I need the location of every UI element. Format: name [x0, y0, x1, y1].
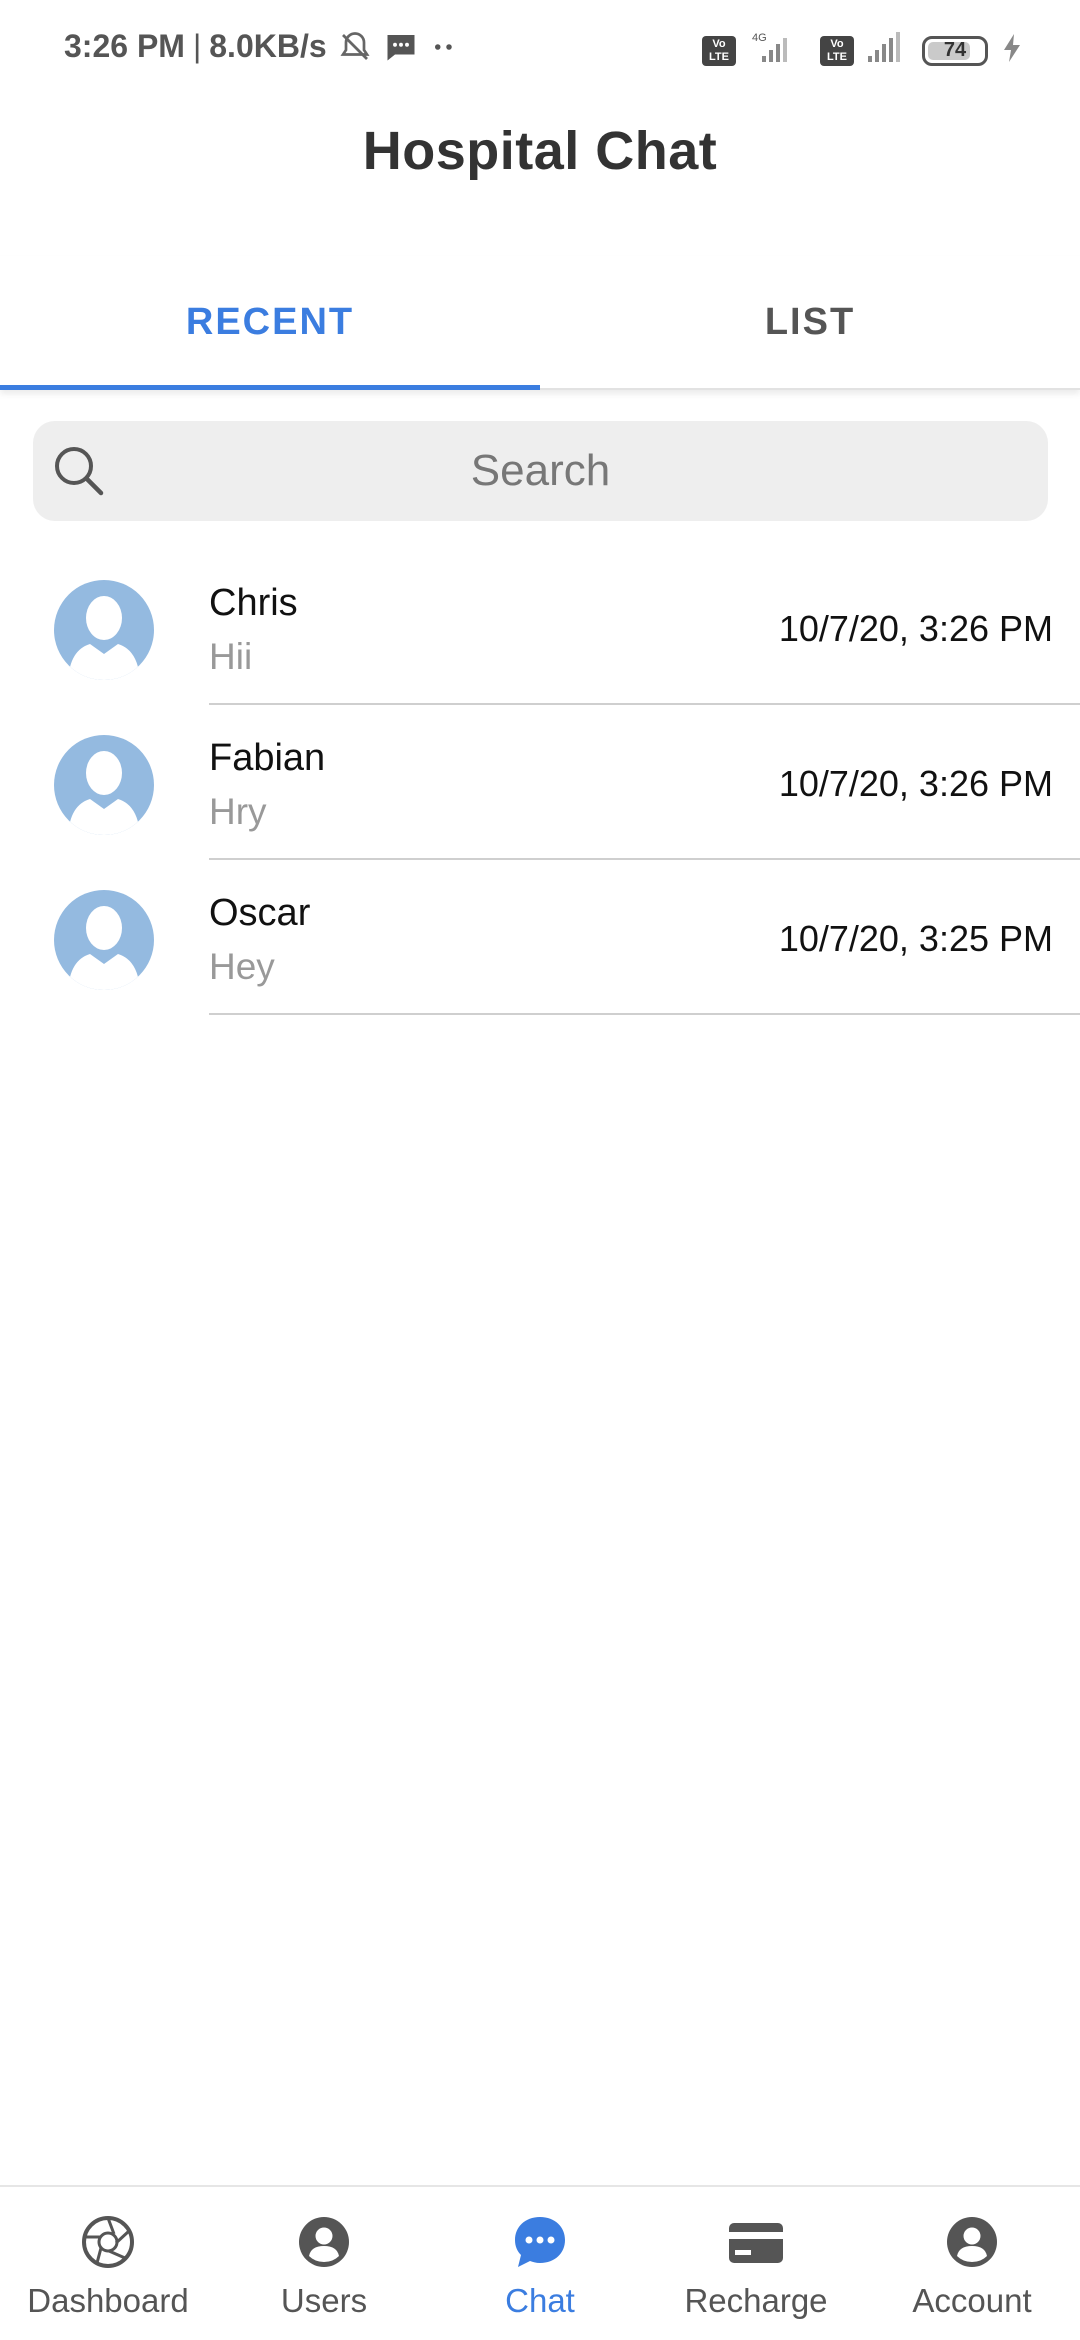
chat-timestamp: 10/7/20, 3:26 PM — [778, 608, 1053, 649]
nav-label: Chat — [505, 2282, 575, 2319]
user-silhouette-icon — [68, 751, 140, 835]
nav-users[interactable]: Users — [216, 2187, 432, 2340]
status-speed: 8.0KB/s — [209, 28, 327, 64]
user-silhouette-icon — [68, 906, 140, 990]
battery-level: 74 — [943, 39, 967, 61]
account-circle-icon — [945, 2215, 999, 2274]
chat-last-message: Hry — [209, 791, 267, 832]
nav-label: Recharge — [684, 2282, 828, 2319]
bottom-nav: Dashboard Users Chat Recharge Account — [0, 2185, 1080, 2340]
status-bar: 3:26 PM | 8.0KB/s Vo LTE 4G Vo LTE 74 — [0, 0, 1080, 96]
more-dots-icon — [429, 32, 459, 62]
nav-label: Dashboard — [27, 2282, 189, 2319]
status-right: Vo LTE 4G Vo LTE 74 — [702, 30, 1024, 71]
nav-recharge[interactable]: Recharge — [648, 2187, 864, 2340]
avatar — [54, 890, 154, 990]
chat-bubble-icon — [512, 2215, 568, 2274]
tab-recent[interactable]: RECENT — [0, 256, 540, 390]
chat-list: Chris Hii 10/7/20, 3:26 PM Fabian Hry 10… — [0, 550, 1080, 1015]
chat-row-fabian[interactable]: Fabian Hry 10/7/20, 3:26 PM — [0, 705, 1080, 860]
signal-icon: 4G — [748, 30, 808, 71]
chat-row-chris[interactable]: Chris Hii 10/7/20, 3:26 PM — [0, 550, 1080, 705]
volte-badge-2: Vo LTE — [820, 35, 854, 66]
search-bar[interactable] — [33, 421, 1048, 521]
chat-timestamp: 10/7/20, 3:26 PM — [778, 763, 1053, 804]
user-circle-icon — [297, 2215, 351, 2274]
battery-icon: 74 — [922, 35, 988, 66]
chat-row-oscar[interactable]: Oscar Hey 10/7/20, 3:25 PM — [0, 860, 1080, 1015]
nav-chat[interactable]: Chat — [432, 2187, 648, 2340]
chat-name: Fabian — [209, 737, 326, 779]
page-title: Hospital Chat — [362, 121, 718, 181]
tab-bar: RECENT LIST — [0, 256, 1080, 390]
network-type: 4G — [752, 32, 767, 44]
message-icon — [383, 29, 419, 65]
tab-list[interactable]: LIST — [540, 256, 1080, 388]
aperture-icon — [81, 2215, 135, 2274]
search-icon — [51, 443, 107, 504]
nav-account[interactable]: Account — [864, 2187, 1080, 2340]
user-silhouette-icon — [68, 596, 140, 680]
card-icon — [727, 2215, 785, 2274]
bell-muted-icon — [337, 29, 373, 65]
chat-last-message: Hii — [209, 636, 253, 677]
status-separator: | — [192, 28, 202, 64]
nav-dashboard[interactable]: Dashboard — [0, 2187, 216, 2340]
status-left: 3:26 PM | 8.0KB/s — [64, 28, 459, 65]
chat-timestamp: 10/7/20, 3:25 PM — [778, 918, 1053, 959]
status-time: 3:26 PM — [64, 28, 185, 64]
signal-icon-2 — [866, 30, 910, 71]
nav-label: Users — [280, 2282, 368, 2319]
search-input[interactable] — [33, 446, 1048, 496]
chat-last-message: Hey — [209, 946, 275, 987]
chat-name: Oscar — [209, 892, 311, 934]
volte-badge: Vo LTE — [702, 35, 736, 66]
avatar — [54, 580, 154, 680]
chat-name: Chris — [209, 582, 298, 624]
avatar — [54, 735, 154, 835]
charging-icon — [1000, 32, 1024, 69]
nav-label: Account — [912, 2282, 1032, 2319]
divider — [209, 1013, 1080, 1015]
